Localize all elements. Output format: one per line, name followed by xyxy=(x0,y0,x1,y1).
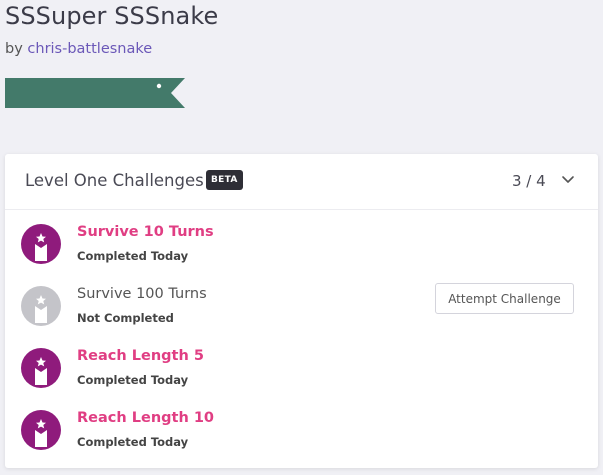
challenge-status: Completed Today xyxy=(77,373,189,387)
trophy-icon xyxy=(21,224,61,264)
trophy-icon xyxy=(21,348,61,388)
challenges-header[interactable]: Level One Challenges BETA 3 / 4 xyxy=(5,154,598,210)
challenges-panel: Level One Challenges BETA 3 / 4 Survive … xyxy=(5,154,598,468)
challenge-row: Survive 10 Turns Completed Today xyxy=(5,224,598,286)
trophy-icon xyxy=(21,410,61,450)
challenge-row: Reach Length 5 Completed Today xyxy=(5,348,598,410)
challenge-name: Reach Length 5 xyxy=(77,348,204,364)
trophy-icon xyxy=(21,286,61,326)
byline-prefix: by xyxy=(5,41,23,57)
challenge-status: Not Completed xyxy=(77,311,174,325)
attempt-challenge-button[interactable]: Attempt Challenge xyxy=(435,283,574,314)
beta-badge: BETA xyxy=(206,170,243,190)
snake-title: SSSuper SSSnake xyxy=(5,2,219,30)
challenges-title: Level One Challenges xyxy=(25,171,204,190)
challenge-status: Completed Today xyxy=(77,435,189,449)
challenge-name: Survive 10 Turns xyxy=(77,224,214,240)
challenge-name: Survive 100 Turns xyxy=(77,286,207,302)
challenges-progress: 3 / 4 xyxy=(512,172,546,190)
challenge-status: Completed Today xyxy=(77,249,189,263)
snake-byline: by chris-battlesnake xyxy=(5,41,152,57)
author-link[interactable]: chris-battlesnake xyxy=(27,41,152,57)
challenge-name: Reach Length 10 xyxy=(77,410,215,426)
chevron-down-icon[interactable] xyxy=(560,172,576,188)
snake-eye-icon xyxy=(156,83,162,89)
snake-preview-banner xyxy=(5,78,185,108)
challenge-row: Reach Length 10 Completed Today xyxy=(5,410,598,472)
